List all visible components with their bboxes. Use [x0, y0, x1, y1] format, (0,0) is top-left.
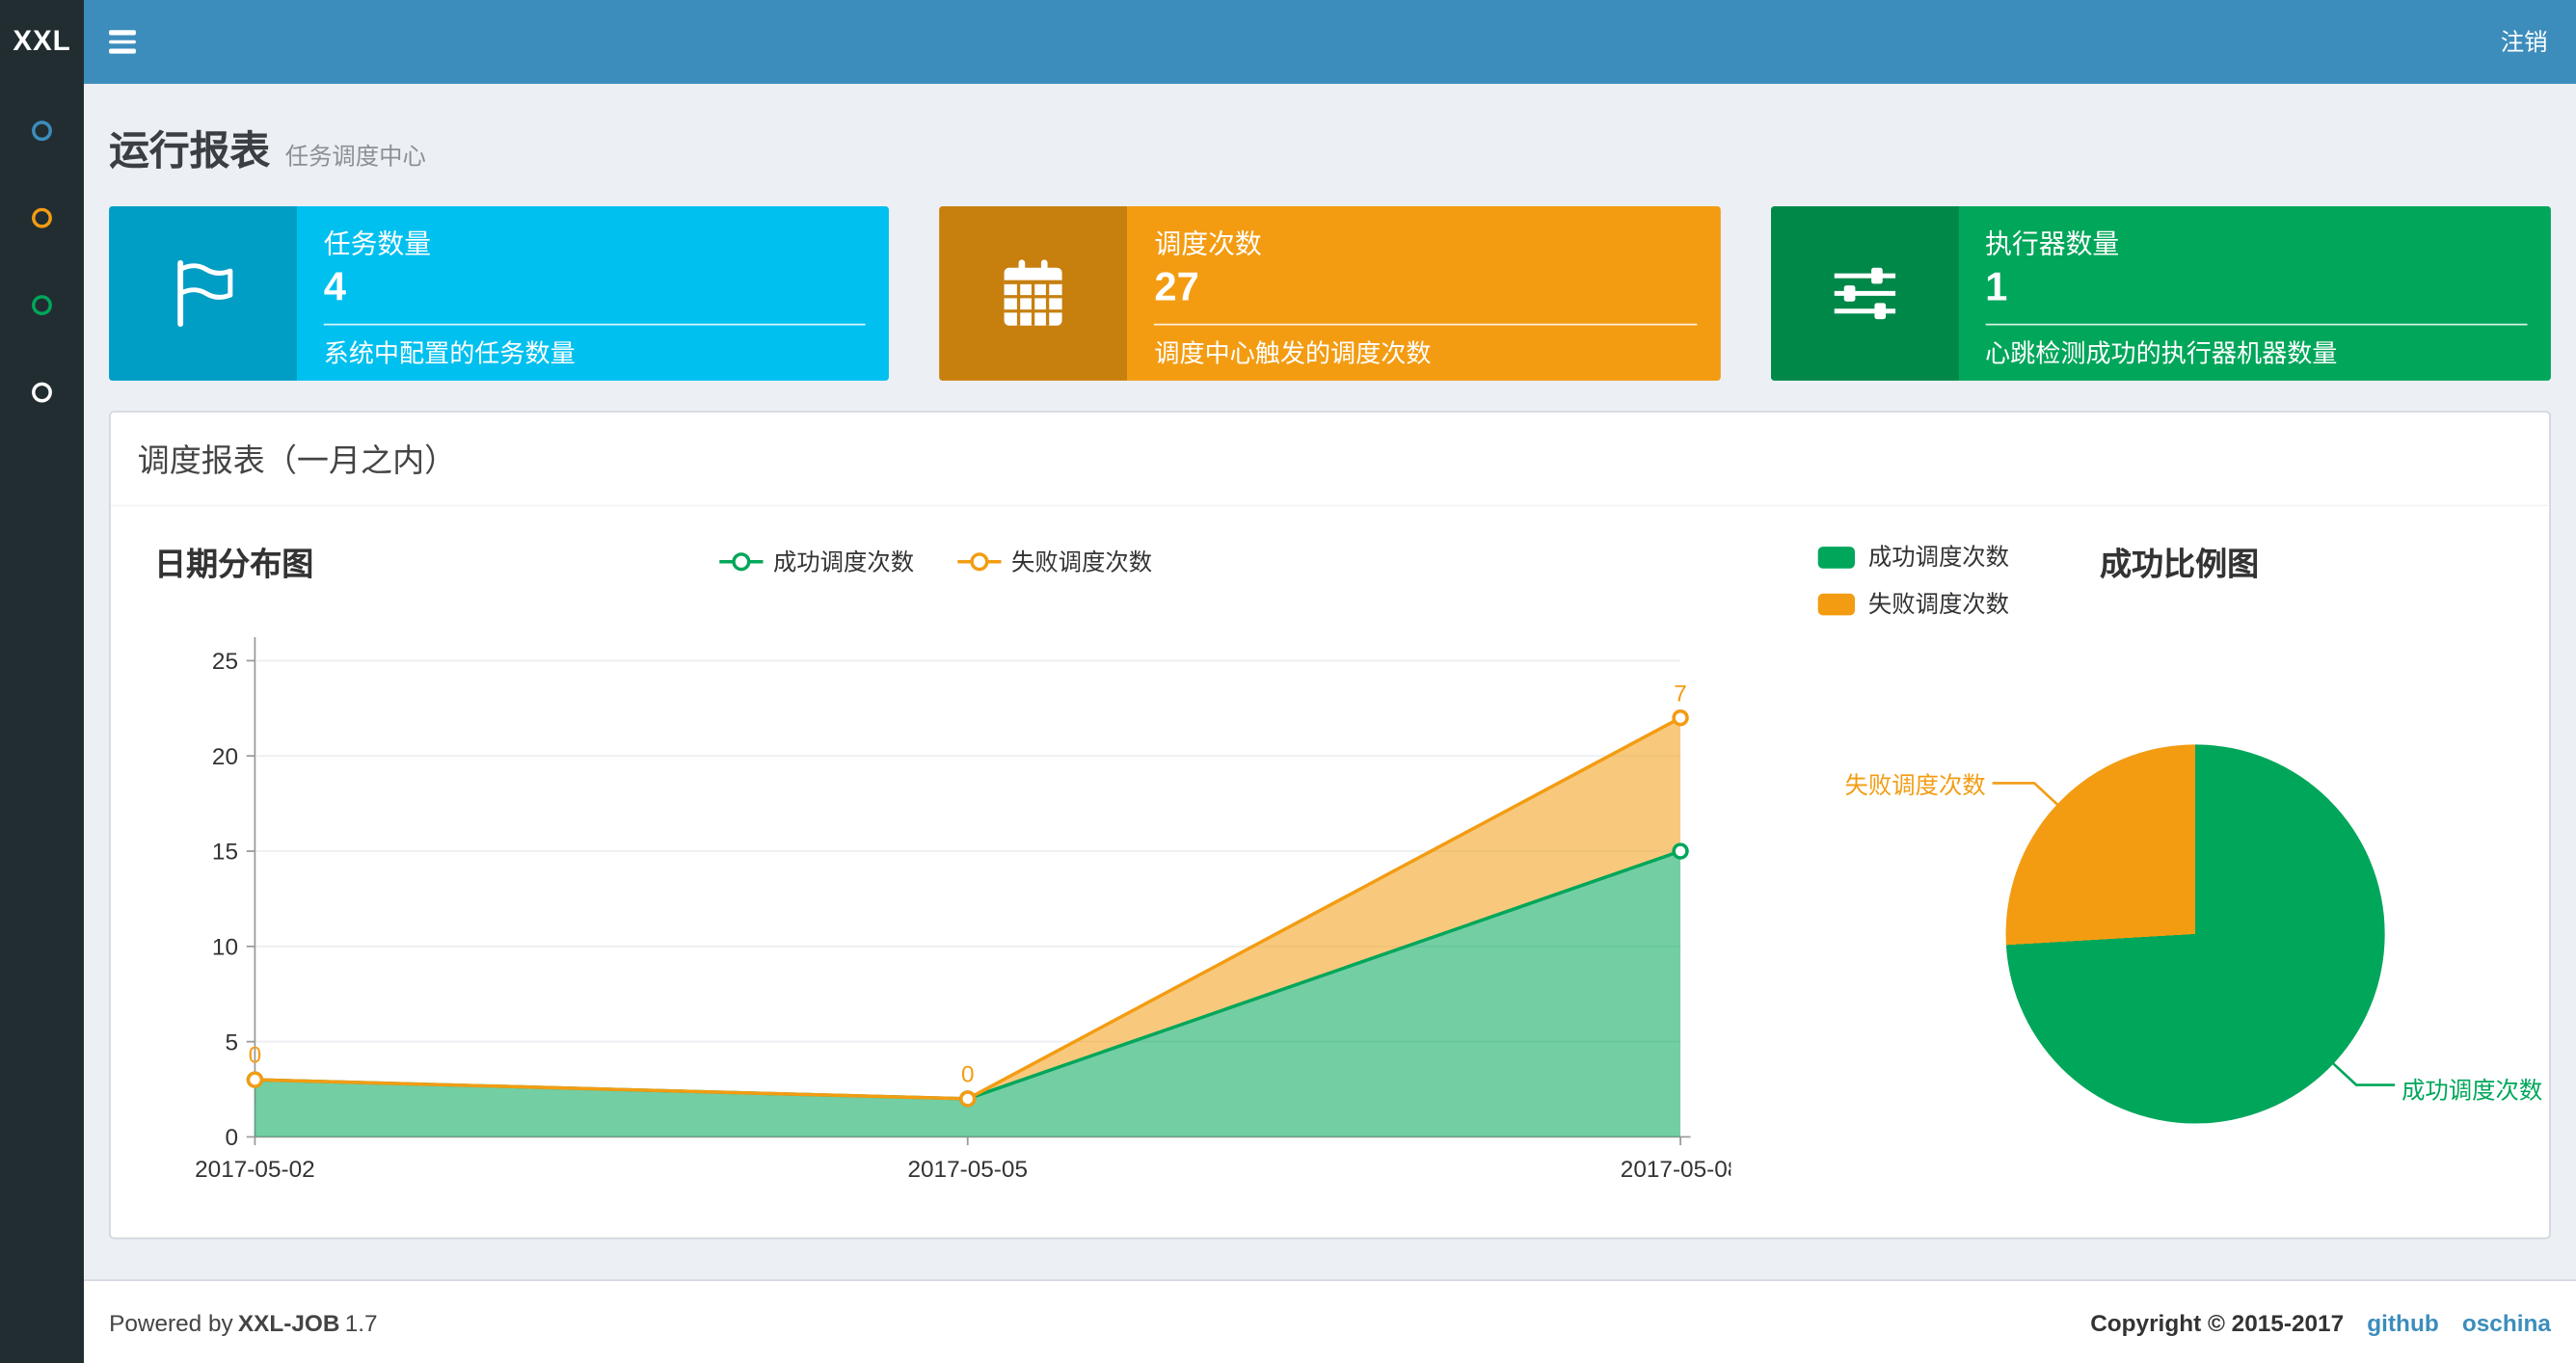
- pie-label-fail: 失败调度次数: [1844, 771, 1986, 799]
- page-subtitle: 任务调度中心: [284, 142, 426, 170]
- legend-label: 成功调度次数: [772, 548, 915, 575]
- powered-by: Powered by XXL-JOB 1.7: [109, 1308, 378, 1336]
- copyright-area: Copyright © 2015-2017 github oschina: [2090, 1309, 2551, 1336]
- stat-value: 4: [323, 264, 346, 310]
- flag-icon: [109, 205, 297, 381]
- stat-label: 调度次数: [1154, 231, 1262, 260]
- stat-value: 27: [1154, 264, 1199, 310]
- stat-description: 调度中心触发的调度次数: [1154, 340, 1432, 369]
- sliders-glyph: [1834, 267, 1895, 320]
- line-plot: 05101520252017-05-02 2017-05-05 2017-05-08…: [195, 637, 1731, 1183]
- sidebar-item-4[interactable]: [0, 349, 84, 436]
- circle-outline-icon: [32, 295, 52, 316]
- pie-chart-title: 成功比例图: [2099, 548, 2260, 584]
- legend-item-success[interactable]: 成功调度次数: [719, 545, 914, 578]
- svg-text:0: 0: [225, 1125, 238, 1151]
- github-link[interactable]: github: [2367, 1309, 2438, 1336]
- svg-text:5: 5: [225, 1029, 238, 1056]
- navbar-spacer: [161, 0, 2472, 84]
- line-series-marker-icon: [719, 560, 764, 564]
- date-distribution-chart: 日期分布图 成功调度次数 失败调度次数 0 5 10 15 20 25 2017…: [138, 530, 1734, 1197]
- pie-label-success: 成功调度次数: [2402, 1076, 2543, 1104]
- stat-body: 任务数量 4 系统中配置的任务数量: [297, 206, 890, 381]
- pie-chart-legend: 成功调度次数 失败调度次数: [1817, 540, 2010, 621]
- svg-text:7: 7: [1674, 681, 1687, 707]
- legend-label: 成功调度次数: [1867, 543, 2010, 571]
- svg-text:15: 15: [212, 840, 238, 866]
- line-chart-title: 日期分布图: [154, 547, 314, 583]
- logout-link[interactable]: 注销: [2472, 0, 2576, 84]
- divider: [323, 323, 867, 326]
- legend-item-fail[interactable]: 失败调度次数: [957, 545, 1152, 578]
- product-name: XXL-JOB: [237, 1308, 340, 1336]
- stat-body: 执行器数量 1 心跳检测成功的执行器机器数量: [1958, 206, 2551, 381]
- calendar-glyph: [1005, 259, 1063, 326]
- menu-toggle-button[interactable]: [84, 0, 161, 84]
- pie-series-marker-icon: [1817, 546, 1855, 568]
- line-series-marker-icon: [957, 560, 1002, 564]
- stat-box-triggers: 调度次数 27 调度中心触发的调度次数: [939, 205, 1721, 381]
- svg-text:2017-05-08: 2017-05-08: [1621, 1157, 1731, 1183]
- legend-item-fail[interactable]: 失败调度次数: [1817, 587, 2010, 621]
- oschina-link[interactable]: oschina: [2462, 1309, 2551, 1336]
- pie-leader-fail: [1992, 782, 2059, 806]
- main-footer: Powered by XXL-JOB 1.7 Copyright © 2015-20…: [83, 1279, 2576, 1363]
- svg-text:0: 0: [961, 1062, 975, 1088]
- product-version: 1.7: [344, 1308, 378, 1336]
- pie-graphic: [2005, 744, 2385, 1124]
- pie-leader-success: [2331, 1061, 2396, 1086]
- stat-row: 任务数量 4 系统中配置的任务数量 调度次数 27 调度中心触发的调度次数 执行…: [109, 205, 2551, 381]
- circle-outline-icon: [32, 207, 52, 228]
- svg-text:25: 25: [212, 649, 238, 675]
- stat-description: 心跳检测成功的执行器机器数量: [1985, 340, 2338, 369]
- sidebar-item-2[interactable]: [0, 174, 84, 261]
- stat-box-jobs: 任务数量 4 系统中配置的任务数量: [109, 205, 890, 381]
- stat-value: 1: [1985, 264, 2008, 310]
- flag-glyph: [177, 259, 233, 328]
- svg-text:2017-05-05: 2017-05-05: [907, 1157, 1028, 1183]
- hamburger-icon: [109, 30, 136, 54]
- stat-label: 任务数量: [323, 231, 432, 260]
- page-header: 运行报表 任务调度中心: [109, 84, 2551, 176]
- stat-label: 执行器数量: [1985, 231, 2120, 260]
- svg-text:2017-05-02: 2017-05-02: [195, 1157, 315, 1183]
- panel-title: 调度报表（一月之内）: [110, 413, 2550, 507]
- brand-logo[interactable]: XXL: [0, 0, 84, 84]
- success-ratio-chart: 成功调度次数 失败调度次数 成功比例图 失败调度次数 成功调度次数: [1734, 530, 2542, 1197]
- divider: [1985, 323, 2528, 326]
- pie-chart-header: 成功调度次数 失败调度次数 成功比例图: [1734, 530, 2523, 621]
- line-chart-header: 日期分布图 成功调度次数 失败调度次数: [138, 530, 1734, 594]
- top-navbar: XXL 注销: [0, 0, 2576, 84]
- scheduler-report-panel: 调度报表（一月之内） 日期分布图 成功调度次数 失败调度次数 0 5 10 15…: [109, 411, 2551, 1240]
- circle-outline-icon: [32, 120, 52, 142]
- legend-label: 失败调度次数: [1867, 590, 2010, 618]
- circle-outline-icon: [32, 382, 52, 403]
- pie-series-marker-icon: [1817, 592, 1855, 615]
- copyright-text: Copyright © 2015-2017: [2090, 1308, 2345, 1336]
- content-area: 运行报表 任务调度中心 任务数量 4 系统中配置的任务数量 调度次数 27 调度…: [83, 83, 2576, 1280]
- app-window: XXL 注销 运行报表 任务调度中心 任务数量 4 系统中配置的任务数量 调度次…: [0, 0, 2576, 1363]
- stat-box-executors: 执行器数量 1 心跳检测成功的执行器机器数量: [1770, 205, 2551, 381]
- divider: [1154, 323, 1697, 326]
- line-chart-legend: 成功调度次数 失败调度次数: [719, 545, 1152, 578]
- legend-label: 失败调度次数: [1010, 548, 1153, 575]
- sidebar-item-1[interactable]: [0, 87, 84, 174]
- stat-description: 系统中配置的任务数量: [323, 340, 576, 369]
- stat-body: 调度次数 27 调度中心触发的调度次数: [1128, 206, 1721, 381]
- legend-item-success[interactable]: 成功调度次数: [1817, 540, 2010, 574]
- svg-text:10: 10: [212, 935, 238, 961]
- sidebar: [0, 83, 84, 1363]
- page-title: 运行报表 任务调度中心: [109, 128, 426, 174]
- svg-text:0: 0: [249, 1043, 262, 1069]
- sliders-icon: [1770, 205, 1959, 381]
- calendar-icon: [939, 205, 1128, 381]
- sidebar-item-3[interactable]: [0, 261, 84, 348]
- panel-body: 日期分布图 成功调度次数 失败调度次数 0 5 10 15 20 25 2017…: [111, 506, 2549, 1237]
- svg-text:20: 20: [212, 744, 238, 770]
